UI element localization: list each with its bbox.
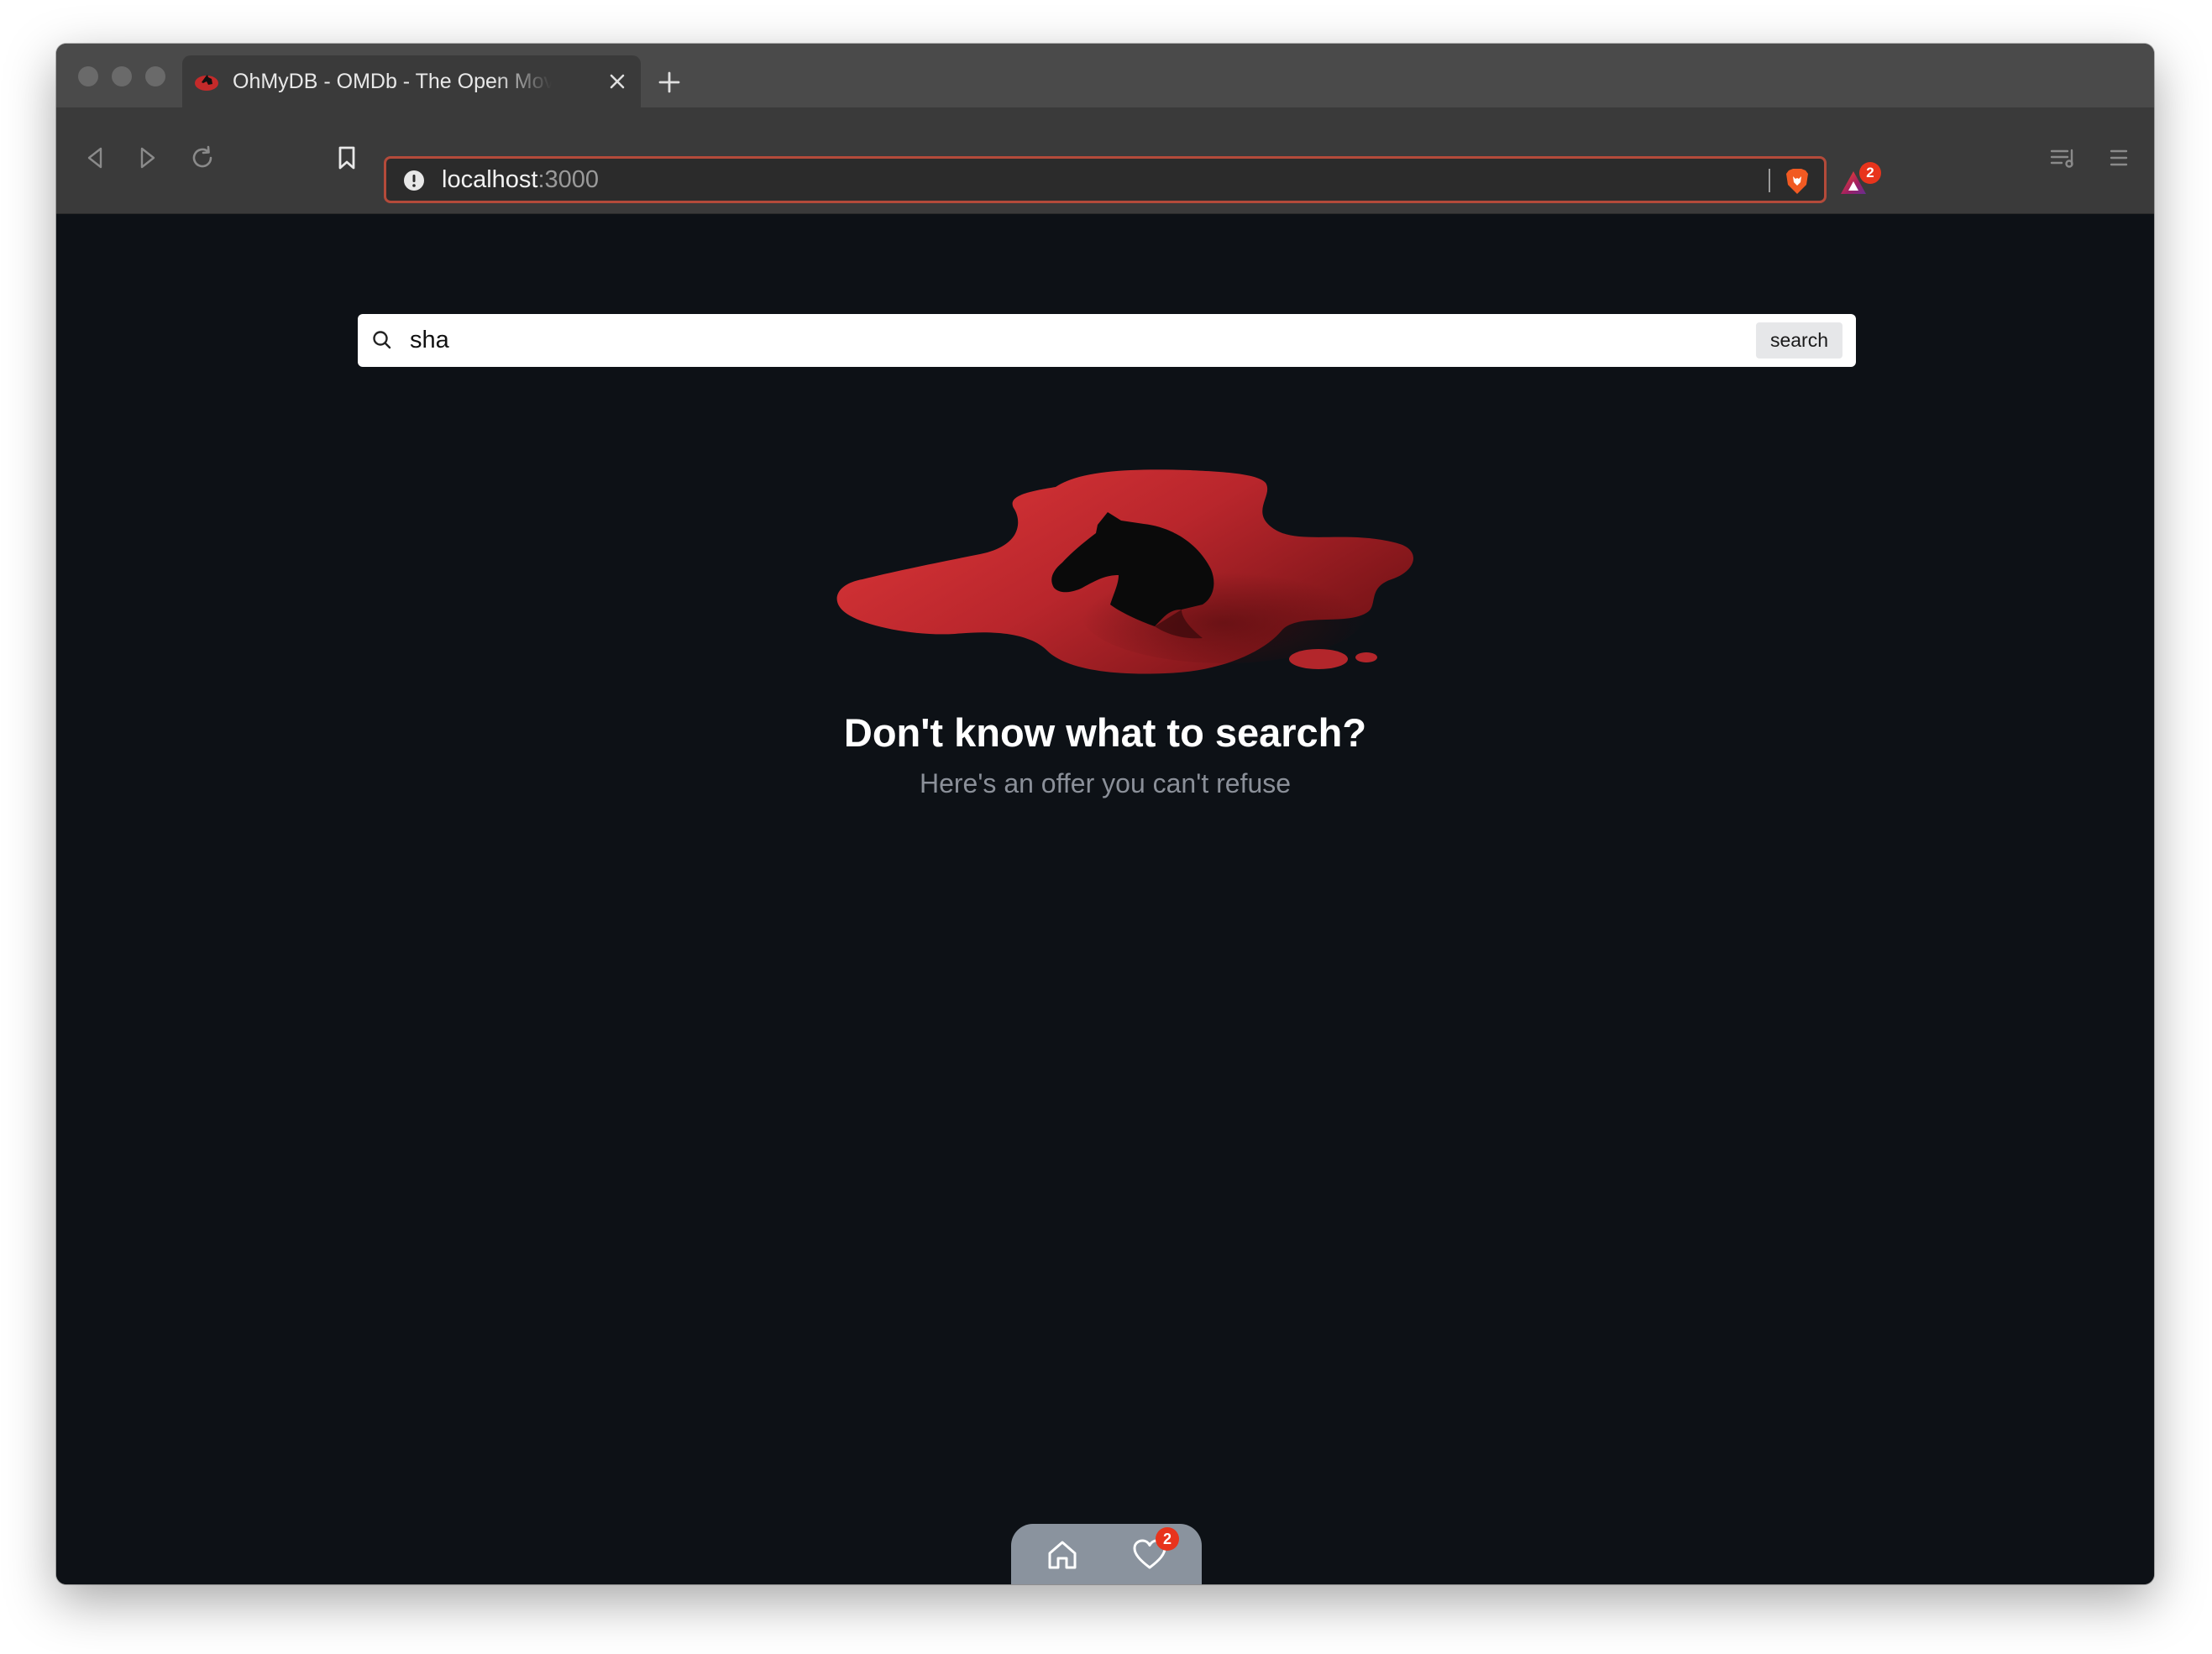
playlist-icon[interactable]: [2045, 139, 2082, 176]
bookmark-icon[interactable]: [328, 139, 365, 176]
page-content: search Don't know what to search: [56, 214, 2154, 1584]
nav-favorites-button[interactable]: 2: [1129, 1527, 1179, 1576]
brave-shields-icon[interactable]: [1784, 167, 1811, 196]
minimize-window-button[interactable]: [112, 66, 132, 86]
forward-arrow-icon[interactable]: [129, 139, 166, 176]
empty-state-headline: Don't know what to search?: [843, 710, 1367, 755]
address-port: :3000: [537, 166, 600, 193]
tab-title: OhMyDB - OMDb - The Open Movie Database: [233, 70, 552, 93]
new-tab-plus-icon[interactable]: [651, 64, 688, 101]
search-icon: [373, 331, 391, 349]
browser-toolbar: localhost:3000 2: [56, 107, 2154, 214]
search-input[interactable]: [410, 314, 1720, 367]
back-arrow-icon[interactable]: [76, 139, 113, 176]
blood-pool-horse-head-illustration: [836, 469, 1414, 674]
address-divider: [1769, 169, 1770, 192]
home-icon: [1048, 1541, 1077, 1569]
nav-home-button[interactable]: [1041, 1534, 1083, 1576]
address-host: localhost: [442, 166, 538, 193]
empty-state-subline: Here's an offer you can't refuse: [919, 768, 1292, 798]
blood-horse-icon: [195, 75, 218, 91]
tab-active[interactable]: OhMyDB - OMDb - The Open Movie Database: [182, 55, 641, 107]
search-button[interactable]: search: [1755, 322, 1842, 359]
search-bar: search: [358, 314, 1856, 367]
bottom-nav: 2: [1011, 1524, 1202, 1584]
address-bar[interactable]: localhost:3000 2: [384, 156, 1881, 203]
zoom-window-button[interactable]: [145, 66, 165, 86]
site-info-icon[interactable]: [403, 170, 425, 191]
reload-icon[interactable]: [184, 139, 221, 176]
brave-rewards-icon[interactable]: 2: [1839, 162, 1881, 199]
menu-hamburger-icon[interactable]: [2100, 139, 2137, 176]
tab-strip: OhMyDB - OMDb - The Open Movie Database: [56, 44, 2154, 107]
close-tab-icon[interactable]: [604, 68, 631, 95]
browser-window: OhMyDB - OMDb - The Open Movie Database: [56, 44, 2154, 1584]
favorites-count-badge: 2: [1156, 1527, 1179, 1551]
address-text: localhost:3000: [442, 159, 599, 201]
rewards-badge: 2: [1859, 162, 1881, 184]
close-window-button[interactable]: [78, 66, 98, 86]
